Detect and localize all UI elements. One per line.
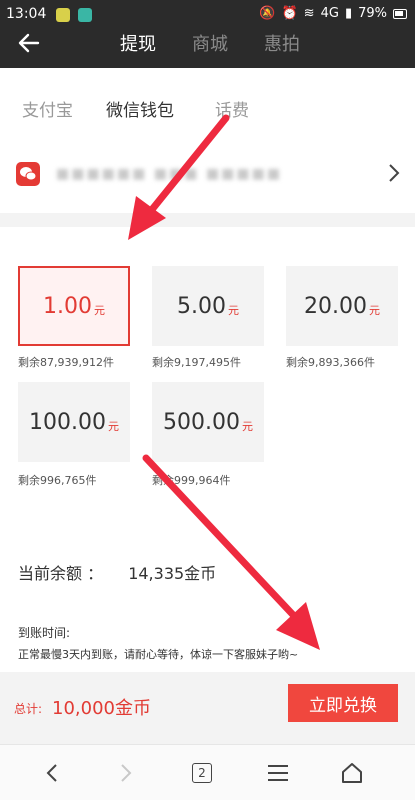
amount-unit: 元 [227,304,239,317]
amount-value: 1.00 [43,293,92,319]
balance-value: 14,335金币 [128,564,217,583]
app-notification-icon-2 [78,8,92,22]
status-time: 13:04 [6,6,47,22]
tab-wechat-wallet[interactable]: 微信钱包 [106,96,174,121]
network-type: 4G [320,6,339,21]
amount-value: 100.00 [29,409,106,435]
arrival-time-title: 到账时间: [18,626,71,640]
wechat-icon [16,162,40,186]
amount-unit: 元 [93,304,105,317]
wechat-account-row[interactable]: ■■■■■■ ■■■ ■■■■■ [0,150,415,202]
amount-value: 20.00 [304,293,367,319]
amount-unit: 元 [368,304,380,317]
tab-count: 2 [192,763,212,783]
back-icon[interactable] [34,759,70,787]
mute-icon: 🔕 [259,6,276,21]
status-indicators: 🔕 ⏰ ≋ 4G ▮ 79% [259,6,407,21]
header: 提现 商城 惠拍 [0,28,415,68]
section-divider [0,213,415,227]
amount-value: 500.00 [163,409,240,435]
amount-unit: 元 [241,420,253,433]
payment-method-tabs: 支付宝 微信钱包 话费 [0,90,415,126]
home-icon[interactable] [334,759,370,787]
top-bar: 13:04 🔕 ⏰ ≋ 4G ▮ 79% 提现 商城 惠拍 [0,0,415,68]
tab-withdraw[interactable]: 提现 [120,30,156,56]
battery-percent: 79% [358,6,387,21]
amount-remaining: 剩余996,765件 [18,474,97,487]
amount-remaining: 剩余999,964件 [152,474,231,487]
amount-value: 5.00 [177,293,226,319]
amount-remaining: 剩余9,197,495件 [152,356,241,369]
alarm-icon: ⏰ [281,6,298,21]
battery-icon [393,8,407,19]
tab-mall[interactable]: 商城 [192,30,228,56]
menu-icon[interactable] [260,759,296,787]
back-arrow-icon[interactable] [18,32,50,60]
signal-icon: ▮ [344,6,353,21]
app-notification-icon [56,8,70,22]
amount-remaining: 剩余9,893,366件 [286,356,375,369]
forward-icon[interactable] [108,759,144,787]
header-tabs: 提现 商城 惠拍 [120,30,300,56]
balance-label: 当前余额 ： [18,564,104,583]
account-id-masked: ■■■■■■ ■■■ ■■■■■ [56,166,283,182]
status-bar: 13:04 🔕 ⏰ ≋ 4G ▮ 79% [0,0,415,28]
total-value: 10,000金币 [52,698,151,719]
tab-phone-credit[interactable]: 话费 [215,96,249,121]
chevron-right-icon [387,162,401,190]
current-balance: 当前余额 ： 14,335金币 [18,560,216,584]
amount-option-1[interactable]: 1.00 元 [18,266,130,346]
amount-option-100[interactable]: 100.00 元 [18,382,130,462]
wifi-icon: ≋ [303,6,315,21]
redeem-now-button[interactable]: 立即兑换 [288,684,398,722]
tab-alipay[interactable]: 支付宝 [22,96,73,121]
browser-nav-bar: 2 [0,744,415,800]
amount-unit: 元 [107,420,119,433]
tab-deals[interactable]: 惠拍 [264,30,300,56]
arrival-time-text: 正常最慢3天内到账，请耐心等待，体谅一下客服妹子哟~ [18,648,299,661]
amount-remaining: 剩余87,939,912件 [18,356,114,369]
checkout-bar: 总计: 10,000金币 立即兑换 [0,672,415,744]
amount-option-500[interactable]: 500.00 元 [152,382,264,462]
amount-option-5[interactable]: 5.00 元 [152,266,264,346]
amount-option-20[interactable]: 20.00 元 [286,266,398,346]
tabs-button[interactable]: 2 [184,759,220,787]
total-label: 总计: [14,702,43,716]
